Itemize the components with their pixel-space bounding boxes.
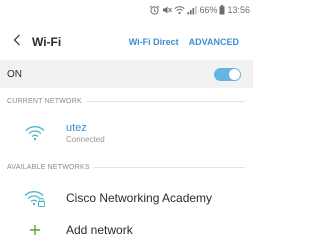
current-network-name: utez: [66, 121, 87, 134]
clock-time: 13:56: [227, 5, 250, 15]
network-item-text: Cisco Networking Academy: [66, 191, 212, 205]
mute-icon: [162, 4, 173, 16]
current-network-row[interactable]: utez Connected: [0, 117, 253, 149]
network-item[interactable]: Cisco Networking Academy: [0, 186, 253, 210]
back-button[interactable]: [4, 29, 30, 55]
add-network-label: Add network: [66, 223, 133, 237]
wifi-connected-icon: [24, 122, 46, 144]
wifi-toggle-label: ON: [7, 68, 22, 80]
status-bar: 66% 13:56: [0, 0, 253, 20]
network-item-name: Cisco Networking Academy: [66, 191, 213, 205]
signal-icon: [187, 4, 198, 16]
current-network-status: Connected: [66, 134, 105, 144]
available-networks-title: AVAILABLE NETWORKS: [7, 164, 90, 171]
add-network-row[interactable]: Add network: [0, 218, 253, 242]
wifi-locked-icon: [24, 187, 46, 209]
toggle-knob: [229, 68, 240, 80]
current-network-header: CURRENT NETWORK: [7, 98, 245, 105]
page-title: Wi-Fi: [32, 35, 62, 49]
divider: [93, 167, 245, 168]
wifi-settings-screen: 66% 13:56 Wi-Fi Wi-Fi Direct ADVANCED ON: [0, 0, 253, 249]
wifi-toggle-switch[interactable]: [214, 67, 241, 81]
divider: [85, 101, 245, 102]
chevron-left-icon: [13, 33, 21, 51]
app-bar: Wi-Fi Wi-Fi Direct ADVANCED: [0, 29, 253, 55]
app-bar-actions: Wi-Fi Direct ADVANCED: [129, 37, 253, 47]
advanced-button[interactable]: ADVANCED: [189, 37, 239, 47]
wifi-toggle-row[interactable]: ON: [0, 60, 253, 88]
alarm-icon: [149, 4, 160, 16]
add-network-text: Add network: [66, 223, 133, 237]
plus-icon: [24, 219, 46, 241]
wifi-status-icon: [174, 4, 185, 16]
available-networks-header: AVAILABLE NETWORKS: [7, 164, 245, 171]
current-network-text: utez Connected: [66, 122, 105, 145]
battery-icon: [219, 4, 225, 16]
battery-percent: 66%: [199, 5, 218, 15]
current-network-title: CURRENT NETWORK: [7, 98, 82, 105]
wifi-direct-button[interactable]: Wi-Fi Direct: [129, 37, 179, 47]
